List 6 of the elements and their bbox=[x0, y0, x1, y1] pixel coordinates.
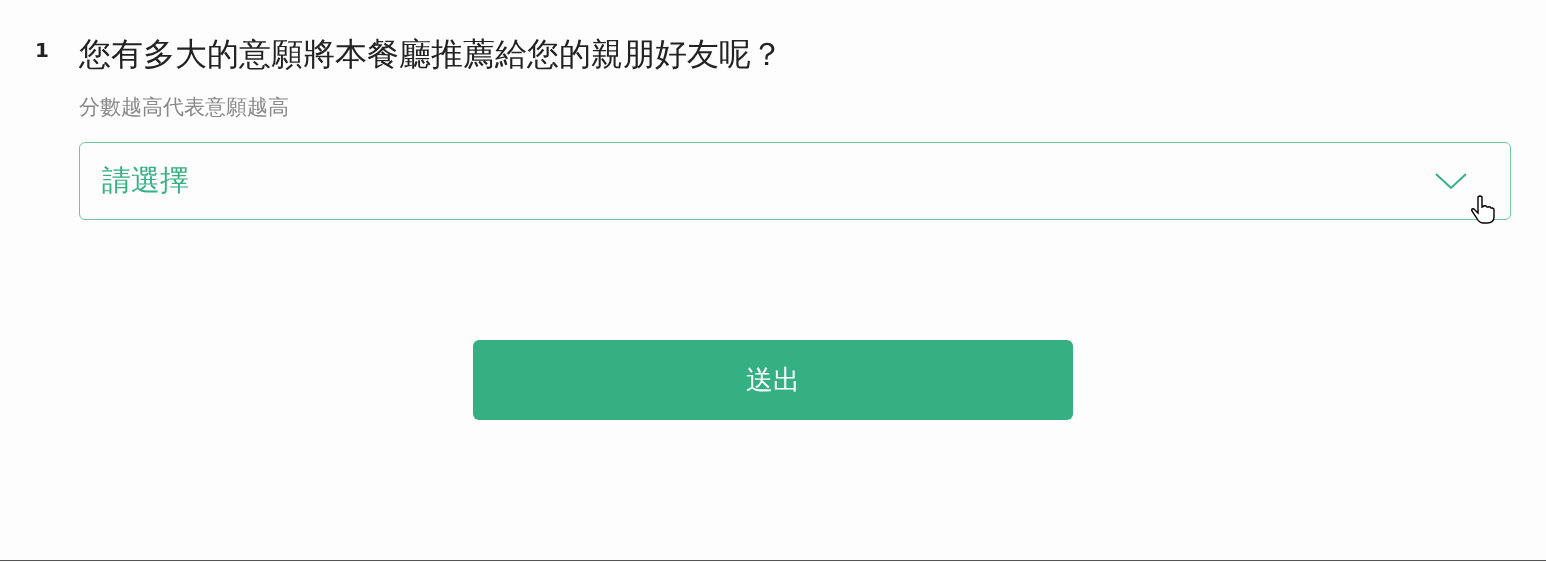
chevron-down-icon bbox=[1434, 172, 1468, 190]
hand-cursor-icon bbox=[1470, 195, 1496, 225]
question-title: 您有多大的意願將本餐廳推薦給您的親朋好友呢？ bbox=[79, 34, 784, 75]
submit-button[interactable]: 送出 bbox=[473, 340, 1073, 420]
question-number: 1 bbox=[35, 37, 50, 64]
question-hint: 分數越高代表意願越高 bbox=[79, 94, 290, 121]
